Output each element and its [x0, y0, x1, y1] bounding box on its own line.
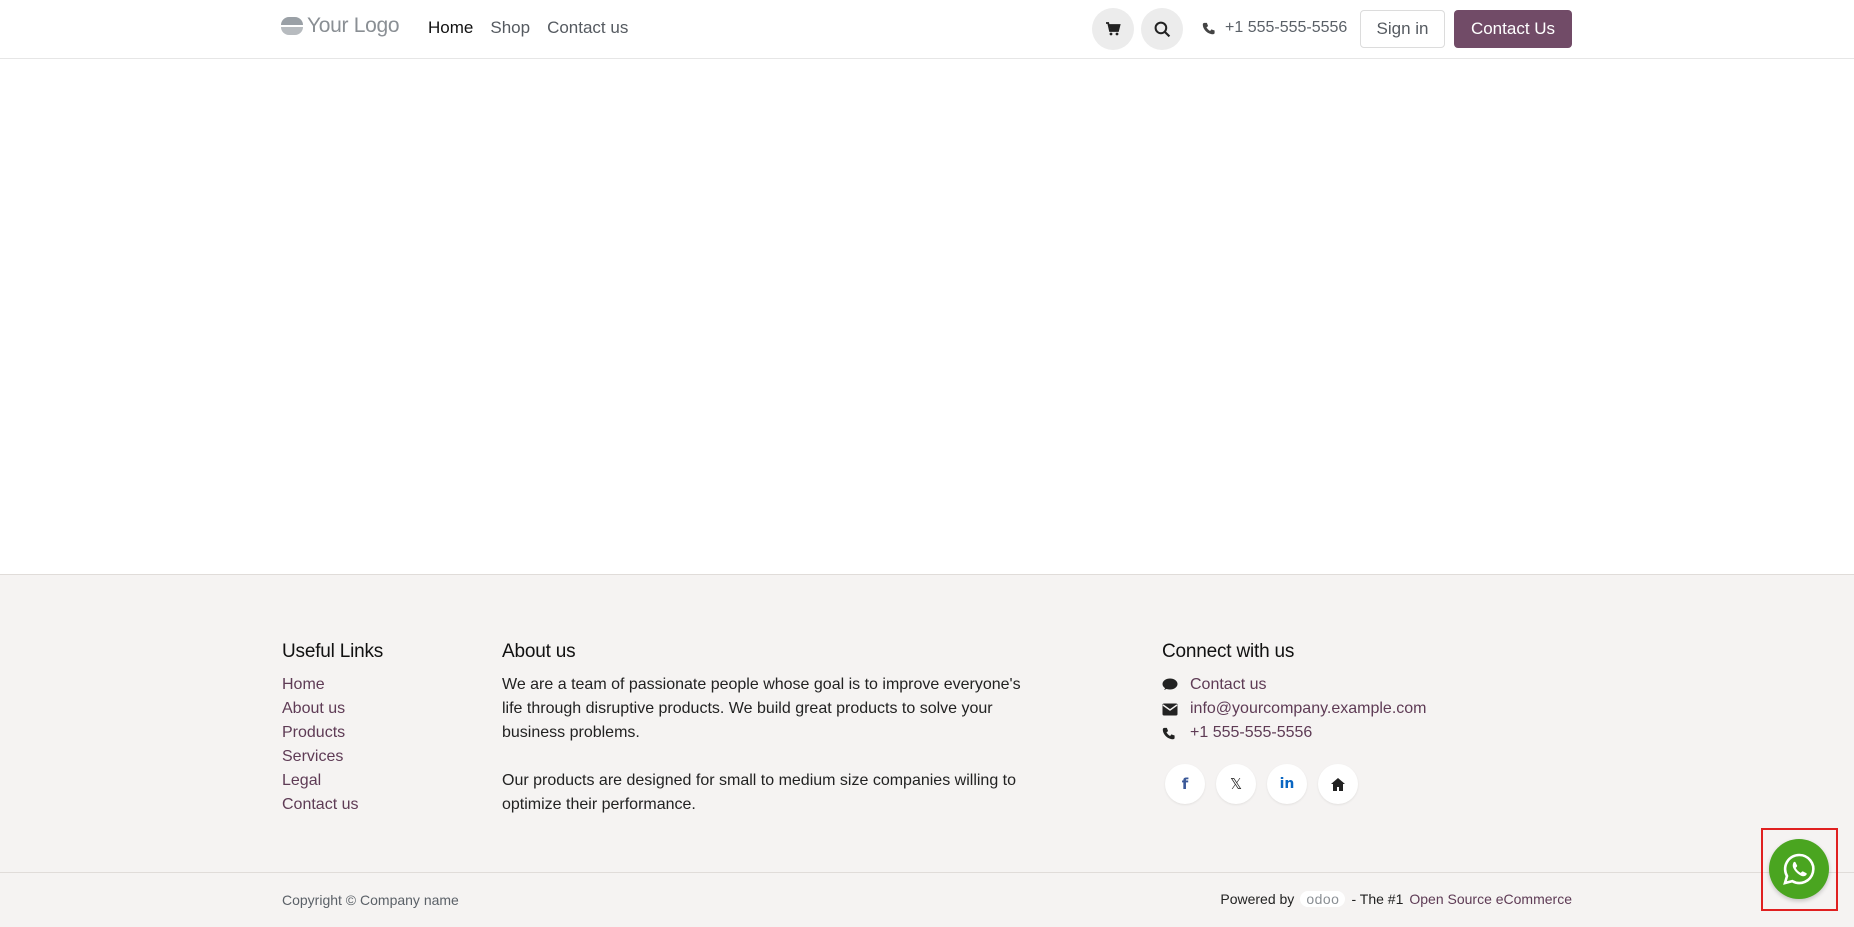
whatsapp-highlight-frame	[1761, 828, 1838, 911]
linkedin-link[interactable]: in	[1267, 764, 1307, 804]
nav-item-home[interactable]: Home	[428, 18, 473, 38]
about-us-text: We are a team of passionate people whose…	[502, 673, 1032, 817]
phone-icon	[1202, 22, 1215, 34]
about-paragraph: We are a team of passionate people whose…	[502, 676, 1021, 741]
site-footer: Useful Links Home About us Products Serv…	[0, 574, 1854, 927]
footer-link-legal[interactable]: Legal	[282, 769, 358, 793]
powered-by: Powered by odoo - The #1 Open Source eCo…	[1220, 891, 1572, 907]
site-logo[interactable]: Your Logo	[281, 14, 400, 38]
search-button[interactable]	[1141, 8, 1183, 50]
footer-bottom-bar: Copyright © Company name Powered by odoo…	[0, 872, 1854, 927]
envelope-icon	[1162, 703, 1178, 715]
facebook-icon: f	[1181, 775, 1189, 793]
nav-item-contact-us[interactable]: Contact us	[547, 18, 628, 38]
comment-icon	[1162, 678, 1178, 690]
odoo-logo[interactable]: odoo	[1300, 891, 1346, 907]
nav-item-shop[interactable]: Shop	[490, 18, 530, 38]
logo-mark-icon	[281, 15, 303, 37]
home-icon	[1331, 777, 1345, 791]
footer-link-home[interactable]: Home	[282, 673, 358, 697]
about-us-title: About us	[502, 641, 576, 662]
header-phone[interactable]: +1 555-555-5556	[1202, 19, 1347, 37]
connect-contact-us[interactable]: Contact us	[1162, 673, 1427, 697]
search-icon	[1154, 21, 1170, 37]
powered-by-middle: - The #1	[1351, 891, 1404, 907]
logo-text: Your Logo	[307, 14, 400, 37]
cart-button[interactable]	[1092, 8, 1134, 50]
copyright-text: Copyright © Company name	[282, 892, 459, 908]
linkedin-icon: in	[1279, 776, 1295, 792]
facebook-link[interactable]: f	[1165, 764, 1205, 804]
connect-list: Contact us info@yourcompany.example.com …	[1162, 673, 1427, 745]
connect-email-text: info@yourcompany.example.com	[1190, 700, 1427, 717]
whatsapp-icon	[1783, 853, 1815, 885]
connect-contact-us-text: Contact us	[1190, 676, 1267, 693]
cart-icon	[1106, 22, 1121, 36]
connect-email[interactable]: info@yourcompany.example.com	[1162, 697, 1427, 721]
connect-phone-text: +1 555-555-5556	[1190, 724, 1313, 741]
x-link[interactable]: 𝕏	[1216, 764, 1256, 804]
social-links: f 𝕏 in	[1165, 764, 1358, 804]
footer-link-about-us[interactable]: About us	[282, 697, 358, 721]
home-link[interactable]	[1318, 764, 1358, 804]
main-nav: Home Shop Contact us	[428, 18, 628, 38]
connect-title: Connect with us	[1162, 641, 1295, 662]
footer-link-products[interactable]: Products	[282, 721, 358, 745]
powered-by-prefix: Powered by	[1220, 891, 1295, 907]
phone-icon	[1162, 727, 1175, 739]
open-source-ecommerce-link[interactable]: Open Source eCommerce	[1409, 891, 1572, 907]
connect-phone[interactable]: +1 555-555-5556	[1162, 721, 1427, 745]
site-header: Your Logo Home Shop Contact us +1 555-55…	[0, 0, 1854, 59]
x-icon: 𝕏	[1229, 775, 1243, 793]
useful-links-list: Home About us Products Services Legal Co…	[282, 673, 358, 817]
footer-link-contact-us[interactable]: Contact us	[282, 793, 358, 817]
whatsapp-button[interactable]	[1769, 839, 1829, 899]
header-phone-text: +1 555-555-5556	[1225, 19, 1348, 36]
about-paragraph: Our products are designed for small to m…	[502, 772, 1017, 813]
footer-link-services[interactable]: Services	[282, 745, 358, 769]
sign-in-button[interactable]: Sign in	[1360, 10, 1445, 48]
contact-us-button[interactable]: Contact Us	[1454, 10, 1572, 48]
useful-links-title: Useful Links	[282, 641, 384, 662]
